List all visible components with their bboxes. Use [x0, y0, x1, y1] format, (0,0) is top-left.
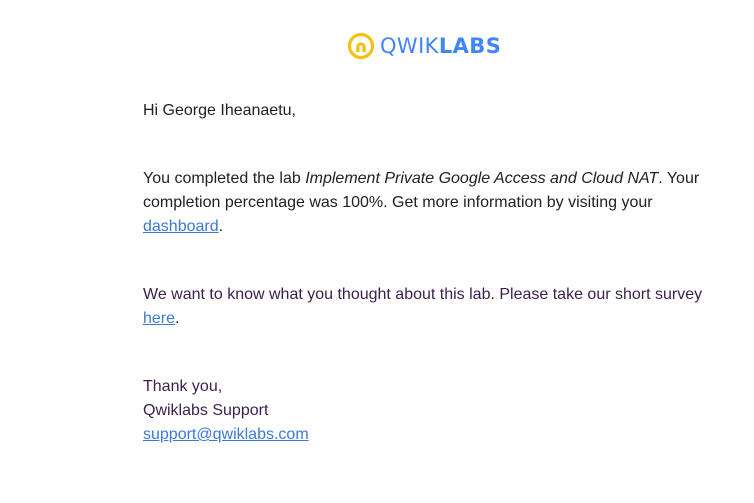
qwiklabs-logo: QWIKLABS: [347, 31, 501, 61]
survey-prefix: We want to know what you thought about t…: [143, 286, 703, 303]
survey-suffix: .: [175, 310, 180, 327]
survey-link[interactable]: here: [143, 310, 175, 327]
logo-wordmark: QWIKLABS: [380, 32, 501, 60]
greeting: Hi George Iheanaetu,: [143, 102, 296, 119]
message-content: Hi George Iheanaetu, You completed the l…: [143, 99, 723, 447]
signoff: Thank you, Qwiklabs Support support@qwik…: [143, 375, 723, 447]
completion-suffix: .: [218, 218, 224, 235]
email-body: QWIKLABS Hi George Iheanaetu, You comple…: [0, 0, 754, 503]
support-email-link[interactable]: support@qwiklabs.com: [143, 426, 309, 443]
completion-prefix: You completed the lab: [143, 170, 306, 187]
completion-paragraph: You completed the lab Implement Private …: [143, 167, 723, 239]
logo-text-labs: LABS: [438, 34, 502, 58]
qwiklabs-logo-icon: [347, 32, 375, 60]
logo-text-qwik: QWIK: [380, 34, 439, 58]
signoff-thanks: Thank you,: [143, 378, 223, 395]
signoff-team: Qwiklabs Support: [143, 402, 269, 419]
dashboard-link[interactable]: dashboard: [143, 218, 219, 235]
survey-paragraph: We want to know what you thought about t…: [143, 283, 723, 331]
lab-name: Implement Private Google Access and Clou…: [305, 170, 659, 187]
